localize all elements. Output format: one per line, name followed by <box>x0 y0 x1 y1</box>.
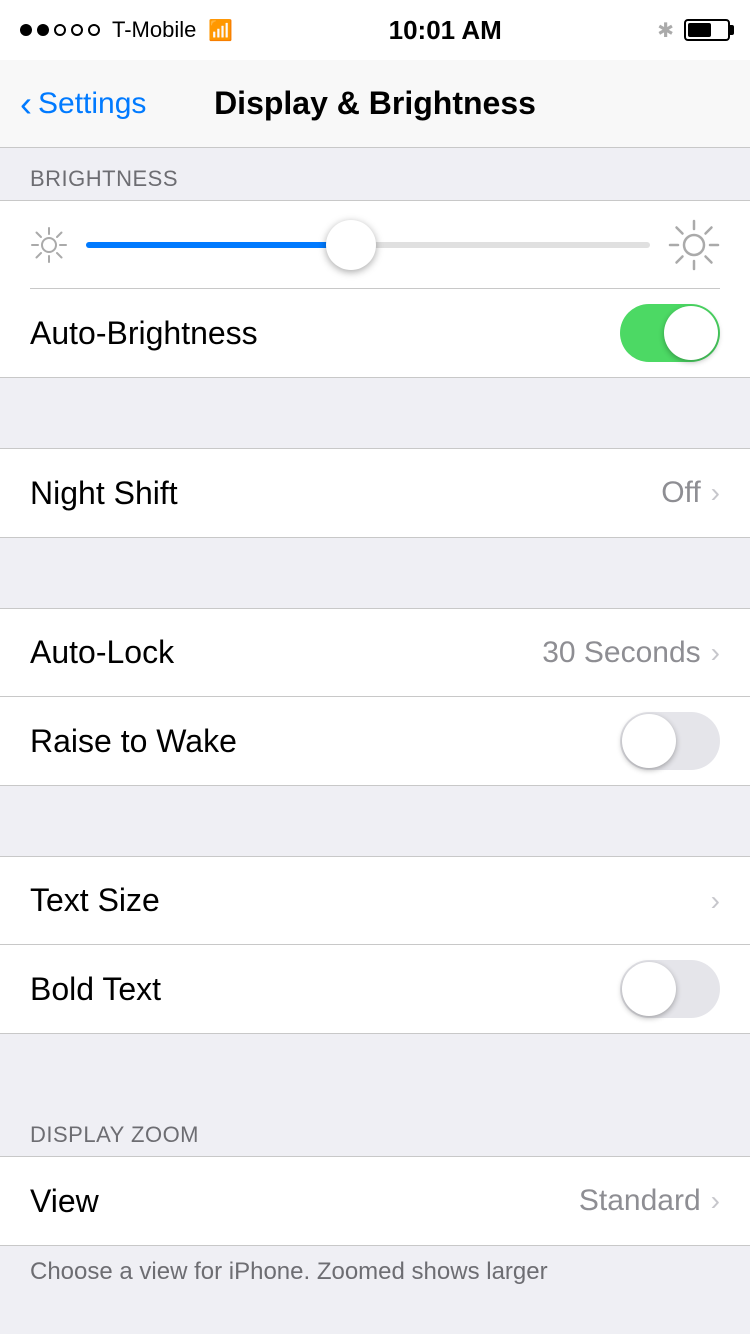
carrier-name: T-Mobile <box>112 17 196 43</box>
sun-small-icon <box>30 226 68 264</box>
display-zoom-header: DISPLAY ZOOM <box>0 1104 750 1156</box>
page-title: Display & Brightness <box>214 85 536 122</box>
signal-dot-2 <box>37 24 49 36</box>
back-label: Settings <box>38 87 146 121</box>
spacer-3 <box>0 786 750 856</box>
raise-to-wake-toggle[interactable] <box>620 712 720 770</box>
spacer-4 <box>0 1034 750 1104</box>
night-shift-row[interactable]: Night Shift Off › <box>0 449 750 537</box>
bold-text-label: Bold Text <box>30 971 161 1008</box>
auto-brightness-thumb <box>664 306 718 360</box>
view-value: Standard <box>579 1184 701 1218</box>
signal-dot-3 <box>54 24 66 36</box>
view-row[interactable]: View Standard › <box>0 1157 750 1245</box>
night-shift-chevron-icon: › <box>711 477 720 509</box>
raise-to-wake-thumb <box>622 714 676 768</box>
signal-dot-4 <box>71 24 83 36</box>
status-left: T-Mobile 📶 <box>20 17 233 43</box>
raise-to-wake-row: Raise to Wake <box>0 697 750 785</box>
auto-lock-right: 30 Seconds › <box>542 636 720 670</box>
raise-to-wake-label: Raise to Wake <box>30 723 237 760</box>
text-group: Text Size › Bold Text <box>0 856 750 1034</box>
brightness-section-header: BRIGHTNESS <box>0 148 750 200</box>
bold-text-thumb <box>622 962 676 1016</box>
view-right: Standard › <box>579 1184 720 1218</box>
bluetooth-icon: ✱ <box>657 18 674 43</box>
battery-icon <box>684 19 730 41</box>
wifi-icon: 📶 <box>208 18 233 43</box>
brightness-slider-fill <box>86 242 351 248</box>
signal-dot-1 <box>20 24 32 36</box>
battery-fill <box>688 23 711 37</box>
auto-lock-chevron-icon: › <box>711 637 720 669</box>
footer-text: Choose a view for iPhone. Zoomed shows l… <box>0 1246 750 1298</box>
view-chevron-icon: › <box>711 1185 720 1217</box>
night-shift-label: Night Shift <box>30 475 178 512</box>
bold-text-toggle[interactable] <box>620 960 720 1018</box>
signal-dot-5 <box>88 24 100 36</box>
auto-brightness-label: Auto-Brightness <box>30 315 258 352</box>
night-shift-value: Off <box>661 476 700 510</box>
brightness-group: Auto-Brightness <box>0 200 750 378</box>
auto-lock-value: 30 Seconds <box>542 636 700 670</box>
status-time: 10:01 AM <box>389 15 502 46</box>
text-size-chevron-icon: › <box>711 885 720 917</box>
signal-dots <box>20 24 100 36</box>
bold-text-row: Bold Text <box>0 945 750 1033</box>
status-bar: T-Mobile 📶 10:01 AM ✱ <box>0 0 750 60</box>
auto-brightness-row: Auto-Brightness <box>30 289 720 377</box>
nav-bar: ‹ Settings Display & Brightness <box>0 60 750 148</box>
text-size-label: Text Size <box>30 882 160 919</box>
night-shift-group: Night Shift Off › <box>0 448 750 538</box>
spacer-2 <box>0 538 750 608</box>
view-label: View <box>30 1183 99 1220</box>
display-zoom-group: View Standard › <box>0 1156 750 1246</box>
text-size-row[interactable]: Text Size › <box>0 857 750 945</box>
lock-wake-group: Auto-Lock 30 Seconds › Raise to Wake <box>0 608 750 786</box>
spacer-1 <box>0 378 750 448</box>
brightness-slider-thumb[interactable] <box>326 220 376 270</box>
auto-brightness-toggle[interactable] <box>620 304 720 362</box>
auto-lock-row[interactable]: Auto-Lock 30 Seconds › <box>0 609 750 697</box>
auto-lock-label: Auto-Lock <box>30 634 174 671</box>
brightness-slider-row[interactable] <box>30 201 720 289</box>
brightness-slider-track[interactable] <box>86 242 650 248</box>
status-right: ✱ <box>657 18 730 43</box>
text-size-right: › <box>711 885 720 917</box>
sun-large-icon <box>668 219 720 271</box>
night-shift-right: Off › <box>661 476 720 510</box>
back-button[interactable]: ‹ Settings <box>20 86 146 122</box>
back-chevron-icon: ‹ <box>20 86 32 122</box>
